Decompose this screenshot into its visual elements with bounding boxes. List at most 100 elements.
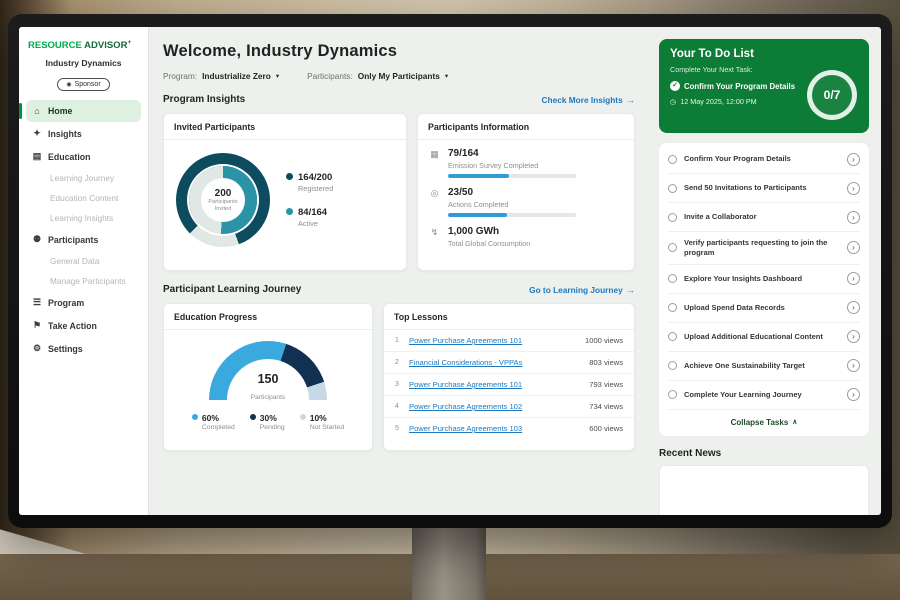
- top-lessons-list: 1 Power Purchase Agreements 101 1000 vie…: [384, 330, 634, 439]
- task-chevron-icon[interactable]: ›: [847, 330, 860, 343]
- legend-pending: 30%Pending: [250, 413, 285, 431]
- collapse-tasks-button[interactable]: Collapse Tasks ∧: [668, 410, 860, 436]
- learning-journey-title: Participant Learning Journey: [163, 284, 301, 295]
- task-row[interactable]: Achieve One Sustainability Target ›: [668, 352, 860, 381]
- task-chevron-icon[interactable]: ›: [847, 272, 860, 285]
- sidebar-item-take-action[interactable]: ⚑Take Action: [26, 314, 141, 337]
- task-row[interactable]: Send 50 Invitations to Participants ›: [668, 174, 860, 203]
- sidebar-item-learning-insights[interactable]: Learning Insights: [26, 208, 141, 228]
- task-chevron-icon[interactable]: ›: [847, 182, 860, 195]
- settings-gear-icon: ⚙: [32, 343, 42, 354]
- participants-information-body: ▦ 79/164 Emission Survey Completed ◎ 23/…: [418, 140, 634, 256]
- top-lessons-title: Top Lessons: [384, 304, 634, 330]
- stat-label: Emission Survey Completed: [448, 161, 576, 170]
- program-filter[interactable]: Program: Industrialize Zero ▾: [163, 71, 279, 81]
- home-icon: ⌂: [32, 106, 42, 116]
- sidebar-item-program[interactable]: ☰Program: [26, 291, 141, 314]
- lesson-link[interactable]: Power Purchase Agreements 103: [409, 424, 582, 433]
- chevron-down-icon: ▾: [445, 72, 448, 80]
- todo-next-task[interactable]: ✓ Confirm Your Program Details: [670, 81, 810, 91]
- task-chevron-icon[interactable]: ›: [847, 388, 860, 401]
- task-checkbox[interactable]: [668, 303, 677, 312]
- sidebar-item-education-content[interactable]: Education Content: [26, 188, 141, 208]
- task-checkbox[interactable]: [668, 332, 677, 341]
- task-row[interactable]: Explore Your Insights Dashboard ›: [668, 265, 860, 294]
- go-to-learning-journey-link[interactable]: Go to Learning Journey →: [529, 285, 635, 295]
- legend-active: 84/164 Active: [286, 207, 333, 228]
- lesson-views: 793 views: [589, 380, 623, 389]
- sidebar-item-education[interactable]: ▤Education: [26, 145, 141, 168]
- legend-registered: 164/200 Registered: [286, 172, 333, 193]
- task-chevron-icon[interactable]: ›: [847, 153, 860, 166]
- task-checkbox[interactable]: [668, 213, 677, 222]
- top-lessons-card: Top Lessons 1 Power Purchase Agreements …: [383, 303, 635, 451]
- sidebar-item-manage-participants[interactable]: Manage Participants: [26, 271, 141, 291]
- task-checkbox[interactable]: [668, 390, 677, 399]
- take-action-icon: ⚑: [32, 320, 42, 331]
- stat-value: 23/50: [448, 187, 576, 198]
- learning-journey-header: Participant Learning Journey Go to Learn…: [163, 284, 635, 295]
- task-checkbox[interactable]: [668, 243, 677, 252]
- recent-news-card: [659, 465, 869, 516]
- sidebar-item-general-data[interactable]: General Data: [26, 251, 141, 271]
- sidebar-item-learning-journey[interactable]: Learning Journey: [26, 168, 141, 188]
- lesson-views: 734 views: [589, 402, 623, 411]
- clock-icon: ◷: [670, 97, 676, 106]
- sponsor-badge-wrap: ◉Sponsor: [26, 73, 141, 91]
- task-row[interactable]: Verify participants requesting to join t…: [668, 232, 860, 265]
- lesson-link[interactable]: Power Purchase Agreements 101: [409, 380, 582, 389]
- task-checkbox[interactable]: [668, 274, 677, 283]
- task-chevron-icon[interactable]: ›: [847, 359, 860, 372]
- lesson-link[interactable]: Financial Considerations - VPPAs: [409, 358, 582, 367]
- task-checkbox[interactable]: [668, 361, 677, 370]
- learning-cards-row: Education Progress 150 Participants: [163, 303, 635, 451]
- gauge-center-label: Participants: [251, 394, 285, 401]
- org-name: Industry Dynamics: [26, 58, 141, 68]
- page-title: Welcome, Industry Dynamics: [163, 42, 635, 61]
- task-row[interactable]: Invite a Collaborator ›: [668, 203, 860, 232]
- sidebar-item-insights[interactable]: ✦Insights: [26, 122, 141, 145]
- todo-column: Your To Do List Complete Your Next Task:…: [649, 27, 881, 515]
- check-more-insights-link[interactable]: Check More Insights →: [542, 95, 635, 105]
- participants-filter[interactable]: Participants: Only My Participants ▾: [307, 71, 448, 81]
- lesson-row: 5 Power Purchase Agreements 103 600 view…: [384, 418, 634, 439]
- todo-title: Your To Do List: [670, 48, 858, 60]
- legend-dot-pending: [250, 414, 256, 420]
- task-row[interactable]: Upload Additional Educational Content ›: [668, 323, 860, 352]
- stat-value: 1,000 GWh: [448, 226, 530, 237]
- task-row[interactable]: Confirm Your Program Details ›: [668, 145, 860, 174]
- task-checkbox[interactable]: [668, 155, 677, 164]
- education-progress-title: Education Progress: [164, 304, 372, 330]
- legend-dot-registered: [286, 173, 293, 180]
- legend-value: 84/164: [298, 207, 327, 218]
- progress-bar-fill: [448, 174, 509, 178]
- sidebar-item-participants[interactable]: ⚉Participants: [26, 228, 141, 251]
- todo-card: Your To Do List Complete Your Next Task:…: [659, 39, 869, 133]
- invited-participants-card: Invited Participants 200 Participants In…: [163, 113, 407, 271]
- brand-primary: RESOURCE: [28, 40, 82, 51]
- legend-dot-not-started: [300, 414, 306, 420]
- donut-center: 200 Participants Invited: [201, 178, 245, 222]
- gauge-center-value: 150: [209, 372, 327, 386]
- sidebar-item-settings[interactable]: ⚙Settings: [26, 337, 141, 360]
- task-checkbox[interactable]: [668, 184, 677, 193]
- lesson-link[interactable]: Power Purchase Agreements 102: [409, 402, 582, 411]
- progress-bar-track: [448, 174, 576, 178]
- chevron-down-icon: ▾: [276, 72, 279, 80]
- legend-dot-active: [286, 208, 293, 215]
- sidebar-item-home[interactable]: ⌂Home: [26, 100, 141, 122]
- stat-label: Total Global Consumption: [448, 239, 530, 248]
- task-row[interactable]: Upload Spend Data Records ›: [668, 294, 860, 323]
- sponsor-icon: ◉: [66, 81, 71, 88]
- lesson-row: 1 Power Purchase Agreements 101 1000 vie…: [384, 330, 634, 352]
- task-chevron-icon[interactable]: ›: [847, 241, 860, 254]
- task-chevron-icon[interactable]: ›: [847, 211, 860, 224]
- check-icon: ✓: [670, 81, 680, 91]
- program-filter-value: Industrialize Zero: [202, 71, 271, 81]
- lesson-row: 4 Power Purchase Agreements 102 734 view…: [384, 396, 634, 418]
- lesson-link[interactable]: Power Purchase Agreements 101: [409, 336, 578, 345]
- legend-dot-completed: [192, 414, 198, 420]
- task-chevron-icon[interactable]: ›: [847, 301, 860, 314]
- task-row[interactable]: Complete Your Learning Journey ›: [668, 381, 860, 410]
- sidebar-nav: ⌂Home ✦Insights ▤Education Learning Jour…: [26, 100, 141, 360]
